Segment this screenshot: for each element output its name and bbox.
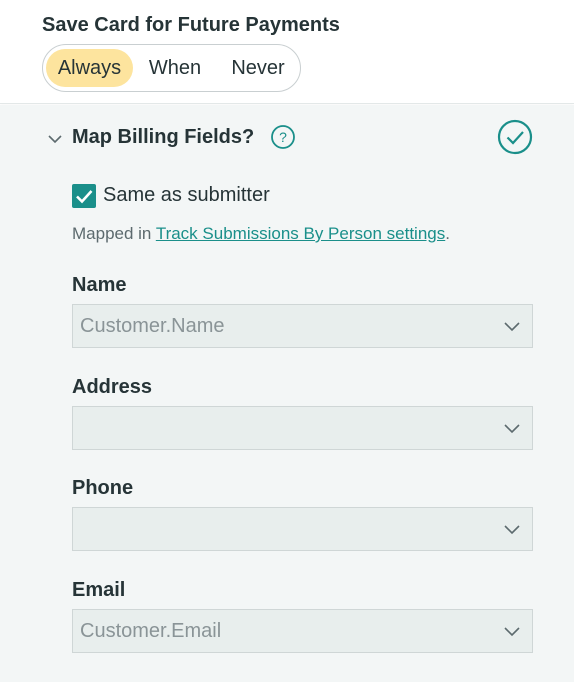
chevron-down-icon: [504, 424, 520, 434]
email-select[interactable]: Customer.Email: [72, 609, 533, 653]
address-select[interactable]: [72, 406, 533, 450]
save-card-panel: Save Card for Future Payments Always Whe…: [0, 0, 574, 104]
name-select-value: Customer.Name: [80, 315, 225, 337]
option-when[interactable]: When: [139, 49, 211, 87]
phone-label: Phone: [72, 477, 134, 499]
mapped-prefix: Mapped in: [72, 224, 156, 243]
chevron-down-icon: [504, 322, 520, 332]
same-as-submitter-checkbox[interactable]: [72, 184, 96, 208]
svg-text:?: ?: [279, 129, 287, 145]
billing-title: Map Billing Fields?: [72, 126, 255, 148]
mapped-note: Mapped in Track Submissions By Person se…: [72, 224, 450, 244]
phone-select[interactable]: [72, 507, 533, 551]
chevron-down-icon: [504, 627, 520, 637]
track-submissions-link[interactable]: Track Submissions By Person settings: [156, 224, 445, 243]
save-card-title: Save Card for Future Payments: [42, 14, 340, 36]
collapse-chevron-icon[interactable]: [47, 131, 63, 147]
save-card-toggle: Always When Never: [42, 44, 301, 92]
checkmark-icon: [76, 190, 93, 204]
same-as-submitter-label[interactable]: Same as submitter: [103, 184, 270, 207]
name-select[interactable]: Customer.Name: [72, 304, 533, 348]
option-never[interactable]: Never: [221, 49, 295, 87]
address-label: Address: [72, 376, 153, 398]
check-circle-icon: [497, 119, 533, 155]
question-circle-icon[interactable]: ?: [270, 124, 296, 150]
name-label: Name: [72, 274, 127, 296]
email-select-value: Customer.Email: [80, 620, 222, 642]
chevron-down-icon: [504, 525, 520, 535]
option-always[interactable]: Always: [46, 49, 133, 87]
mapped-suffix: .: [445, 224, 450, 243]
email-label: Email: [72, 579, 126, 601]
